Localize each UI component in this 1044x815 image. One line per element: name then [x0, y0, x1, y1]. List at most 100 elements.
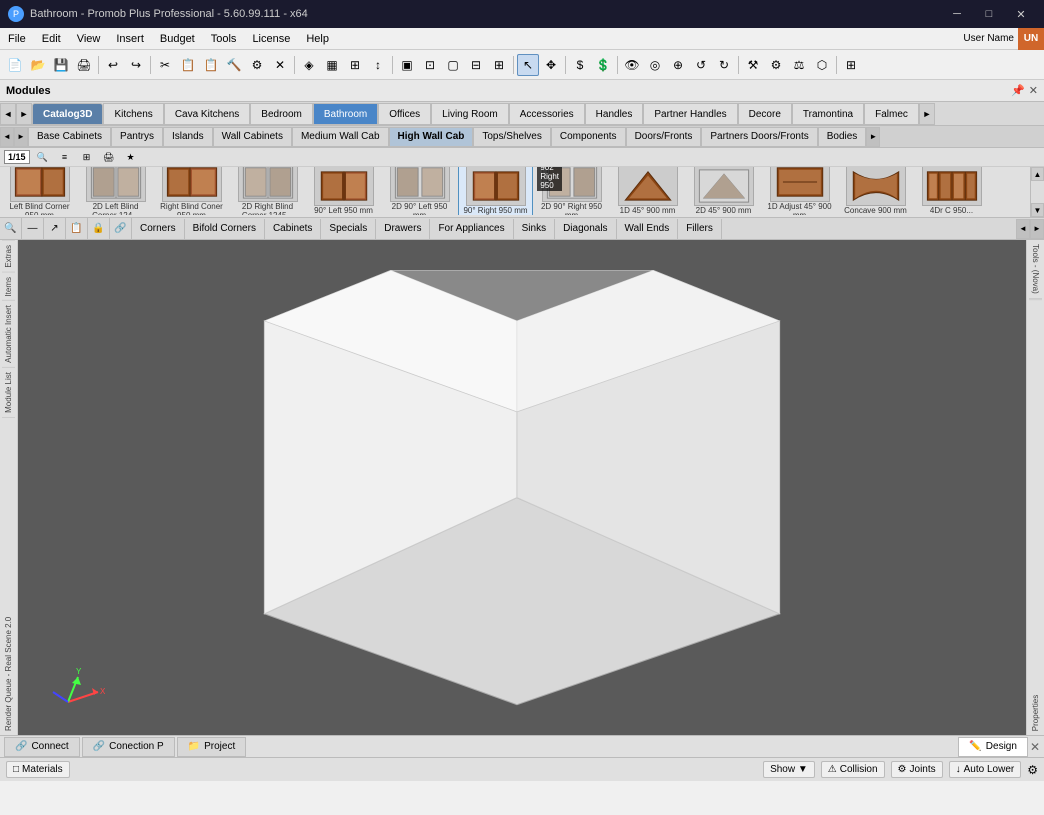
menu-insert[interactable]: Insert — [108, 28, 152, 49]
filter-tab-diagonals[interactable]: Diagonals — [555, 219, 616, 239]
sub-nav-left[interactable]: ◄ — [0, 127, 14, 147]
sub-more[interactable]: ► — [866, 127, 880, 147]
filter-tab-corners[interactable]: Corners — [132, 219, 185, 239]
obj4-button[interactable]: ⊟ — [465, 54, 487, 76]
catalog-tab-living[interactable]: Living Room — [431, 103, 509, 125]
catalog-nav-right[interactable]: ► — [16, 103, 32, 125]
filter-tab-bifold[interactable]: Bifold Corners — [185, 219, 265, 239]
filter-tab-drawers[interactable]: Drawers — [376, 219, 430, 239]
sub-tab-wall[interactable]: Wall Cabinets — [213, 127, 292, 147]
copy-button[interactable]: 📋 — [177, 54, 199, 76]
paste-button[interactable]: 📋 — [200, 54, 222, 76]
tool2-button[interactable]: ⚙ — [246, 54, 268, 76]
maximize-button[interactable]: □ — [974, 4, 1004, 24]
obj1-button[interactable]: ▣ — [396, 54, 418, 76]
items-scroll-up[interactable]: ▲ — [1031, 167, 1044, 181]
sub-tab-bodies[interactable]: Bodies — [818, 127, 867, 147]
modules-pin-icon[interactable]: 📌 — [1011, 84, 1025, 97]
catalog-tab-tramontina[interactable]: Tramontina — [792, 103, 864, 125]
module-item-concave[interactable]: Concave 900 mm — [838, 167, 913, 215]
status-collision[interactable]: ⚠ Collision — [821, 761, 885, 778]
items-list-btn[interactable]: ≡ — [56, 149, 74, 165]
obj5-button[interactable]: ⊞ — [488, 54, 510, 76]
view3-button[interactable]: ⊞ — [344, 54, 366, 76]
obj3-button[interactable]: ▢ — [442, 54, 464, 76]
grid-button[interactable]: ⊞ — [840, 54, 862, 76]
misc4-button[interactable]: ⬡ — [811, 54, 833, 76]
module-item-2dleftblind[interactable]: 2D Left Blind Corner 124... — [78, 167, 153, 215]
filter-icon-6[interactable]: 🔗 — [110, 218, 132, 240]
filter-tab-appliances[interactable]: For Appliances — [430, 219, 513, 239]
open-button[interactable]: 📂 — [27, 54, 49, 76]
catalog-nav-left[interactable]: ◄ — [0, 103, 16, 125]
misc3-button[interactable]: ⚖ — [788, 54, 810, 76]
status-joints[interactable]: ⚙ Joints — [891, 761, 943, 778]
move-button[interactable]: ✥ — [540, 54, 562, 76]
undo-button[interactable]: ↩ — [102, 54, 124, 76]
catalog-tab-bedroom[interactable]: Bedroom — [250, 103, 313, 125]
filter-tab-sinks[interactable]: Sinks — [514, 219, 555, 239]
sub-tab-pantrys[interactable]: Pantrys — [111, 127, 163, 147]
bottom-close-btn[interactable]: ✕ — [1030, 740, 1040, 754]
filter-icon-1[interactable]: 🔍 — [0, 218, 22, 240]
catalog-tab-catalog3d[interactable]: Catalog3D — [32, 103, 103, 125]
sub-tab-base[interactable]: Base Cabinets — [28, 127, 111, 147]
sub-tab-medwall[interactable]: Medium Wall Cab — [292, 127, 389, 147]
bottom-tab-connect[interactable]: 🔗 Connect — [4, 737, 80, 757]
filter-more-right[interactable]: ► — [1030, 219, 1044, 239]
view2-button[interactable]: ▦ — [321, 54, 343, 76]
bottom-tab-design[interactable]: ✏️ Design — [958, 737, 1028, 757]
currency2-button[interactable]: 💲 — [592, 54, 614, 76]
minimize-button[interactable]: ─ — [942, 4, 972, 24]
module-item-2d45[interactable]: 2D 45° 900 mm — [686, 167, 761, 215]
menu-view[interactable]: View — [69, 28, 109, 49]
module-item-1d45[interactable]: 1D 45° 900 mm — [610, 167, 685, 215]
sub-tab-highwall[interactable]: High Wall Cab — [389, 127, 474, 147]
sub-tab-tops[interactable]: Tops/Shelves — [473, 127, 550, 147]
print-button[interactable]: 🖨 — [73, 54, 95, 76]
items-scroll-down[interactable]: ▼ — [1031, 203, 1044, 217]
catalog-tab-partner[interactable]: Partner Handles — [643, 103, 737, 125]
sub-tab-partners[interactable]: Partners Doors/Fronts — [701, 127, 817, 147]
filter-icon-3[interactable]: ↗ — [44, 218, 66, 240]
cut-button[interactable]: ✂ — [154, 54, 176, 76]
menu-tools[interactable]: Tools — [203, 28, 245, 49]
filter-more-left[interactable]: ◄ — [1016, 219, 1030, 239]
sidebar-extras[interactable]: Extras — [2, 240, 15, 272]
menu-license[interactable]: License — [244, 28, 298, 49]
sidebar-properties[interactable]: Properties — [1029, 299, 1042, 735]
items-print-btn[interactable]: 🖨 — [100, 149, 118, 165]
module-item-1dadjust[interactable]: 1D Adjust 45° 900 mm — [762, 167, 837, 215]
view1-button[interactable]: ◈ — [298, 54, 320, 76]
items-grid-btn[interactable]: ⊞ — [78, 149, 96, 165]
save-button[interactable]: 💾 — [50, 54, 72, 76]
status-materials[interactable]: □ Materials — [6, 761, 70, 778]
catalog-tab-decore[interactable]: Decore — [738, 103, 792, 125]
render4-button[interactable]: ↻ — [713, 54, 735, 76]
module-item-rightblind[interactable]: Right Blind Coner 950 mm — [154, 167, 229, 215]
sub-nav-right[interactable]: ► — [14, 127, 28, 147]
filter-tab-wallends[interactable]: Wall Ends — [617, 219, 679, 239]
filter-tab-cabinets[interactable]: Cabinets — [265, 219, 321, 239]
redo-button[interactable]: ↪ — [125, 54, 147, 76]
catalog-tab-handles[interactable]: Handles — [585, 103, 644, 125]
menu-edit[interactable]: Edit — [34, 28, 69, 49]
misc1-button[interactable]: ⚒ — [742, 54, 764, 76]
filter-icon-5[interactable]: 🔒 — [88, 218, 110, 240]
sidebar-module-list[interactable]: Module List — [2, 367, 15, 417]
misc2-button[interactable]: ⚙ — [765, 54, 787, 76]
render3-button[interactable]: ↺ — [690, 54, 712, 76]
sub-tab-doors[interactable]: Doors/Fronts — [626, 127, 702, 147]
sidebar-render-queue[interactable]: Render Queue - Real Scene 2.0 — [2, 417, 15, 735]
catalog-tab-offices[interactable]: Offices — [378, 103, 431, 125]
catalog-tab-falmec[interactable]: Falmec — [864, 103, 919, 125]
items-fav-btn[interactable]: ★ — [122, 149, 140, 165]
menu-file[interactable]: File — [0, 28, 34, 49]
bottom-tab-conectionp[interactable]: 🔗 Conection P — [82, 737, 175, 757]
menu-help[interactable]: Help — [298, 28, 337, 49]
new-button[interactable]: 📄 — [4, 54, 26, 76]
module-item-2drightblind[interactable]: 2D Right Blind Corner 1245... — [230, 167, 305, 215]
module-item-90right[interactable]: 90° Right 950 mm 902 Right 950 — [458, 167, 533, 215]
eye-button[interactable]: 👁 — [621, 54, 643, 76]
items-view-icon[interactable]: 🔍 — [34, 149, 52, 165]
